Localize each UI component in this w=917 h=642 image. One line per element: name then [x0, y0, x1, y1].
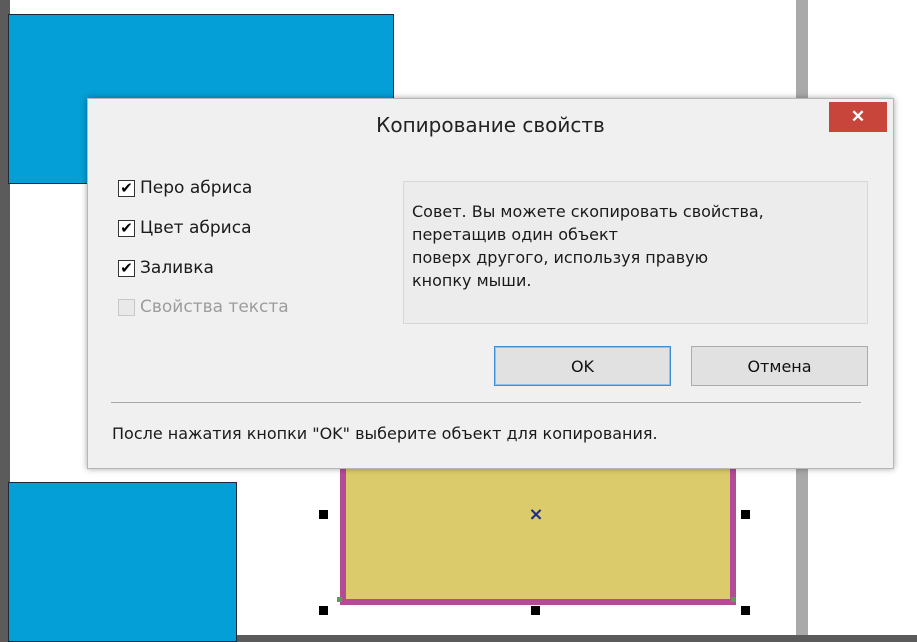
- checkbox-label: Перо абриса: [140, 178, 253, 198]
- checkbox-label: Заливка: [140, 258, 214, 278]
- selection-handle-left[interactable]: [319, 510, 328, 519]
- checkbox-box[interactable]: ✔: [118, 178, 135, 197]
- ok-button[interactable]: OK: [494, 346, 671, 386]
- checkbox-text-properties: Свойства текста: [118, 297, 289, 317]
- divider: [111, 402, 861, 403]
- checkbox-outline-color[interactable]: ✔ Цвет абриса: [118, 218, 252, 238]
- selection-handle-bottom-right[interactable]: [741, 606, 750, 615]
- checkmark-icon: ✔: [120, 258, 133, 277]
- blue-rectangle-bottom[interactable]: [8, 482, 237, 642]
- selection-handle-bottom[interactable]: [531, 606, 540, 615]
- checkbox-label: Цвет абриса: [140, 218, 252, 238]
- rotation-center-marker[interactable]: ×: [528, 506, 544, 524]
- checkbox-box[interactable]: ✔: [118, 258, 135, 277]
- tip-panel: Совет. Вы можете скопировать свойства, п…: [403, 181, 868, 324]
- tip-text: перетащив один объект: [412, 225, 618, 244]
- checkmark-icon: ✔: [120, 178, 133, 197]
- selected-rectangle[interactable]: [340, 460, 736, 605]
- selection-handle-bottom-left[interactable]: [319, 606, 328, 615]
- checkbox-label: Свойства текста: [140, 297, 289, 317]
- tip-text: Совет. Вы можете скопировать свойства,: [412, 202, 764, 221]
- close-icon: ✕: [850, 107, 866, 126]
- tip-text: кнопку мыши.: [412, 271, 532, 290]
- node-marker: [337, 597, 342, 602]
- checkmark-icon: ✔: [120, 218, 133, 237]
- checkbox-outline-pen[interactable]: ✔ Перо абриса: [118, 178, 252, 198]
- tip-text: поверх другого, используя правую: [412, 248, 709, 267]
- cancel-button[interactable]: Отмена: [691, 346, 868, 386]
- instruction-text: После нажатия кнопки "OK" выберите объек…: [112, 424, 658, 443]
- close-button[interactable]: ✕: [829, 102, 887, 132]
- checkbox-box[interactable]: ✔: [118, 218, 135, 237]
- checkbox-fill[interactable]: ✔ Заливка: [118, 258, 214, 278]
- selection-handle-right[interactable]: [741, 510, 750, 519]
- node-marker: [731, 597, 736, 602]
- copy-properties-dialog: Копирование свойств ✕ ✔ Перо абриса ✔ Цв…: [87, 98, 894, 469]
- dialog-title: Копирование свойств: [376, 113, 605, 137]
- checkbox-box: [118, 298, 135, 316]
